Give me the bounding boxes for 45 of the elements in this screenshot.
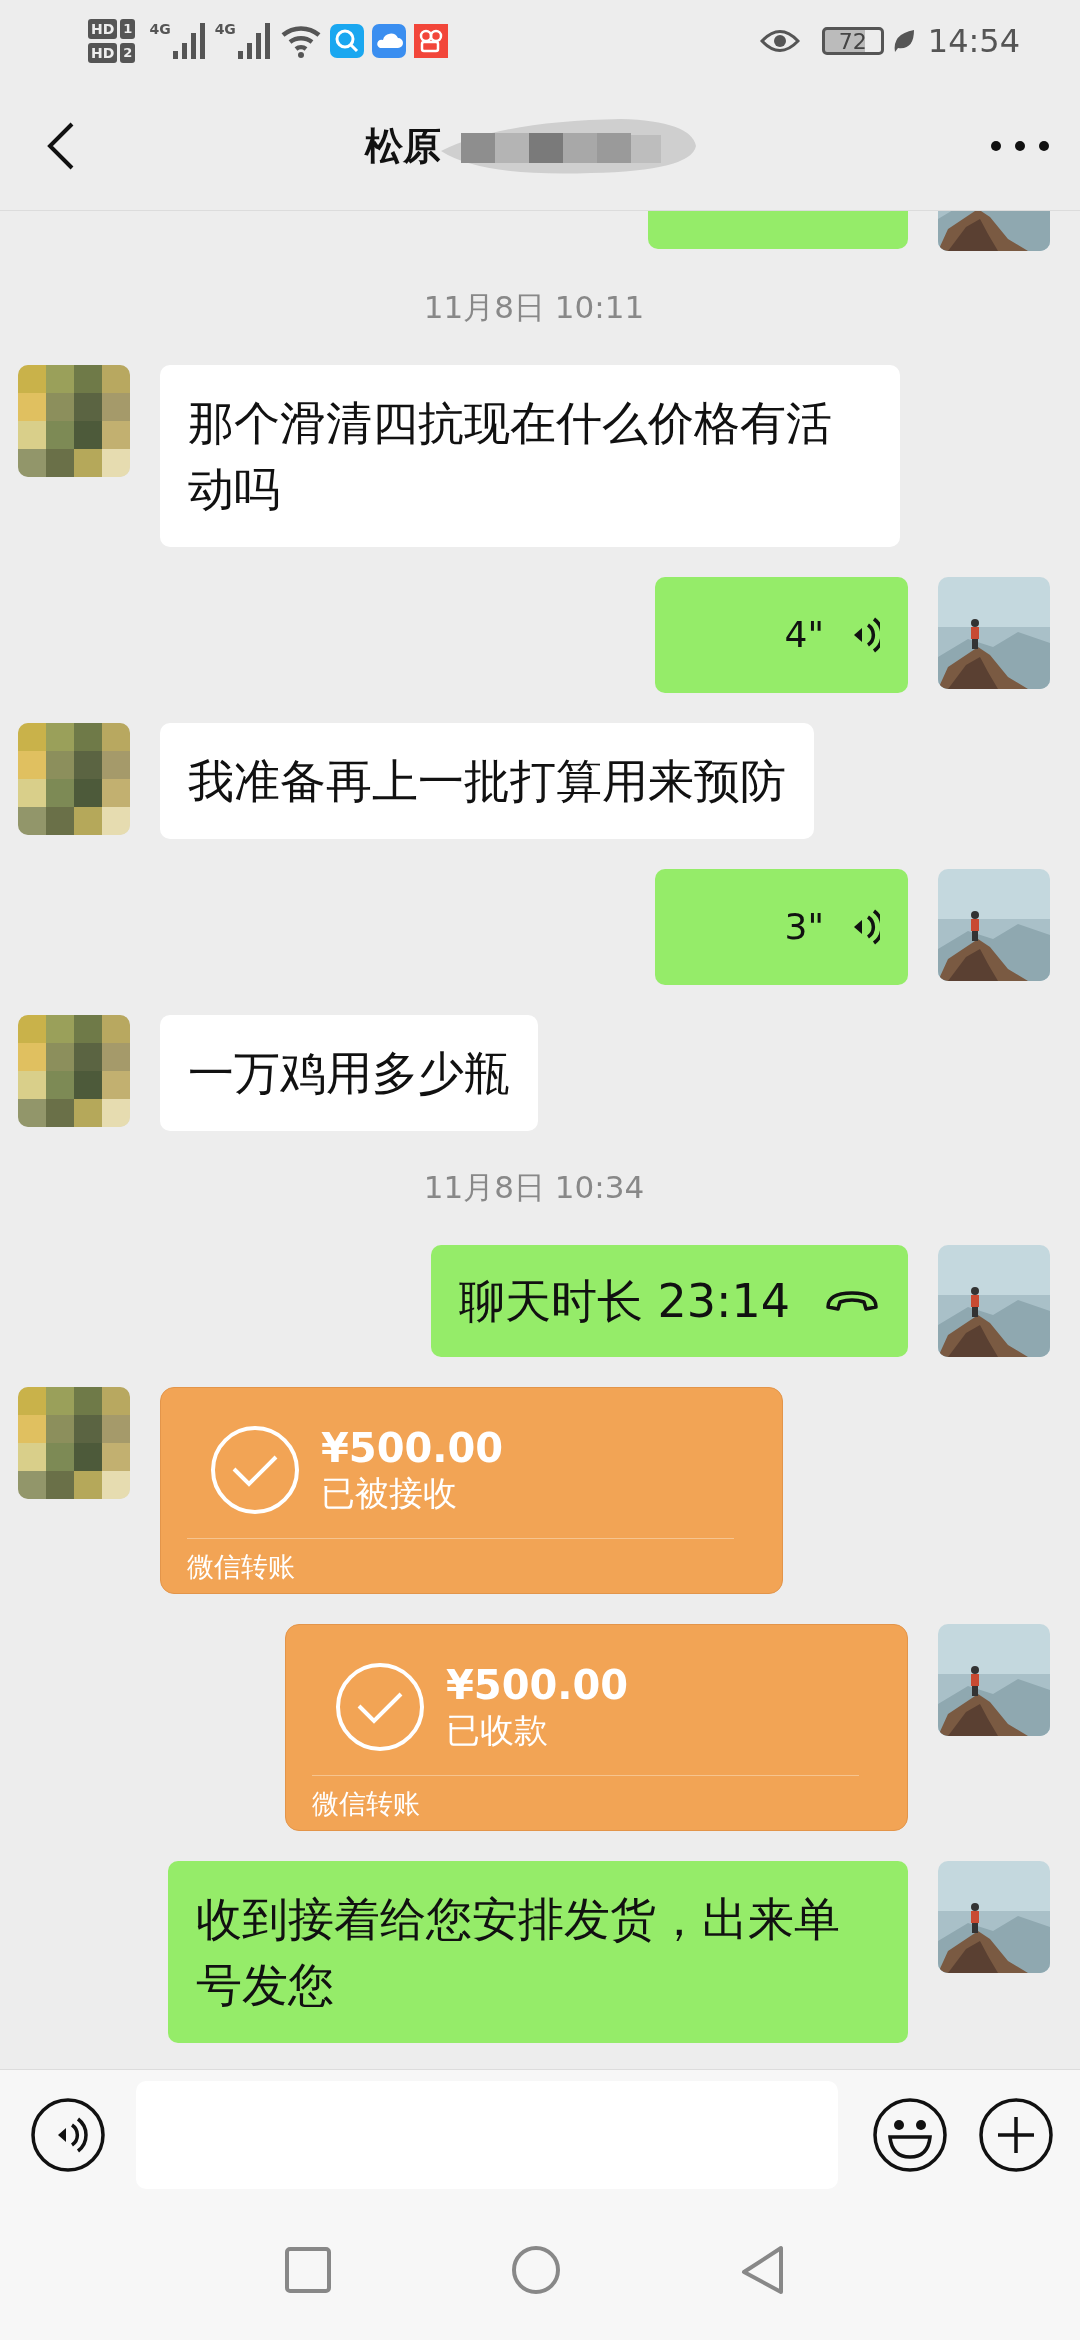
- emoji-icon[interactable]: [872, 2097, 948, 2173]
- battery-indicator: 72: [821, 27, 884, 55]
- voice-duration: 3": [784, 905, 824, 949]
- check-circle-icon: [334, 1661, 426, 1753]
- wifi-icon: [279, 23, 322, 59]
- call-record[interactable]: 聊天时长 23:14: [430, 1245, 908, 1357]
- message-bubble: 那个滑清四抗现在什么价格有活动吗: [160, 365, 900, 547]
- back-icon[interactable]: [46, 121, 76, 171]
- voice-input-icon[interactable]: [30, 2097, 106, 2173]
- transfer-amount: ¥500.00: [446, 1662, 629, 1708]
- back-nav-icon[interactable]: [741, 2245, 785, 2295]
- plus-icon[interactable]: [978, 2097, 1054, 2173]
- recents-icon[interactable]: [285, 2247, 331, 2293]
- sim-slot-badge: 2: [120, 43, 136, 63]
- phone-hangup-icon: [824, 1289, 880, 1313]
- check-circle-icon: [209, 1424, 301, 1516]
- network-type: 4G: [214, 21, 236, 37]
- search-app-icon: [329, 24, 364, 58]
- transfer-status: 已收款: [446, 1709, 549, 1752]
- transfer-label: 微信转账: [186, 1550, 296, 1584]
- voice-message[interactable]: 3": [654, 869, 908, 985]
- chat-title: 松原: [365, 122, 441, 170]
- video-app-icon: [413, 24, 448, 58]
- timestamp: 11月8日 10:34: [423, 1168, 645, 1207]
- message-bubble: 我准备再上一批打算用来预防: [160, 723, 814, 839]
- home-icon[interactable]: [511, 2245, 561, 2295]
- transfer-amount: ¥500.00: [321, 1425, 504, 1471]
- hd-badge: HD: [88, 43, 118, 63]
- transfer-status: 已被接收: [321, 1472, 458, 1515]
- sim-slot-badge: 1: [120, 19, 136, 39]
- eye-icon: [759, 28, 800, 54]
- voice-duration: 4": [784, 613, 824, 657]
- voice-message[interactable]: 4": [654, 577, 908, 693]
- network-type: 4G: [149, 21, 171, 37]
- signal-icon: [172, 21, 207, 61]
- timestamp: 11月8日 10:11: [423, 288, 645, 327]
- more-icon[interactable]: [990, 140, 1050, 152]
- call-duration: 聊天时长 23:14: [458, 1273, 790, 1330]
- message-bubble: 收到接着给您安排发货，出来单号发您: [168, 1861, 908, 2043]
- message-bubble: 一万鸡用多少瓶: [160, 1015, 538, 1131]
- signal-icon: [237, 21, 272, 61]
- cloud-app-icon: [371, 24, 406, 58]
- status-time: 14:54: [927, 22, 1020, 60]
- transfer-label: 微信转账: [311, 1787, 421, 1821]
- hd-badge: HD: [88, 19, 118, 39]
